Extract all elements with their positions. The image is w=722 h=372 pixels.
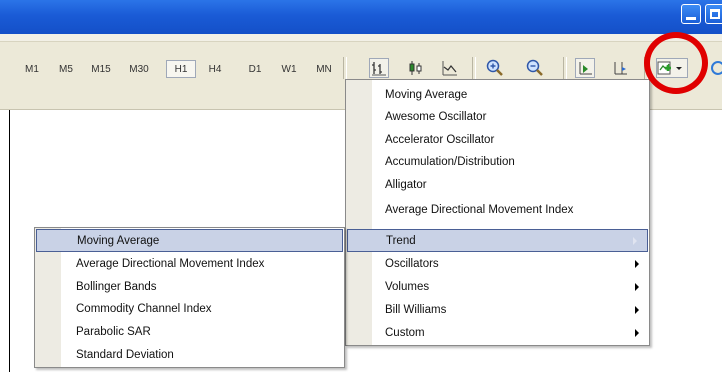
bar-chart-icon[interactable] — [369, 58, 389, 78]
annotation-circle — [644, 32, 708, 94]
menu-item-label: Awesome Oscillator — [385, 111, 487, 123]
chart-shift-icon[interactable] — [610, 58, 630, 78]
menu-item-label: Trend — [386, 234, 416, 247]
submenu-item-bollinger-bands[interactable]: Bollinger Bands — [35, 276, 344, 298]
menu-item-label: Accumulation/Distribution — [385, 156, 515, 168]
submenu-item-parabolic-sar[interactable]: Parabolic SAR — [35, 321, 344, 343]
timeframe-m5-button[interactable]: M5 — [54, 60, 78, 78]
menu-item-label: Custom — [385, 327, 425, 339]
menu-item-moving-average[interactable]: Moving Average — [346, 84, 649, 106]
menu-item-trend[interactable]: Trend — [347, 229, 648, 252]
trend-submenu: Moving Average Average Directional Movem… — [34, 227, 345, 368]
menu-item-label: Moving Average — [77, 234, 160, 247]
menu-item-average-directional-movement-index[interactable]: Average Directional Movement Index — [346, 199, 649, 221]
toolbar-separator — [563, 57, 567, 79]
menu-item-label: Volumes — [385, 281, 430, 293]
toolbar-separator — [343, 57, 347, 79]
timeframe-mn-button[interactable]: MN — [310, 60, 338, 78]
menu-item-label: Bill Williams — [385, 304, 447, 316]
toolbar-separator — [472, 57, 476, 79]
menu-item-label: Bollinger Bands — [76, 281, 157, 293]
menu-item-label: Average Directional Movement Index — [385, 204, 574, 216]
menu-item-label: Average Directional Movement Index — [76, 258, 265, 270]
submenu-arrow-icon — [633, 237, 637, 245]
chart-left-border — [9, 110, 10, 372]
zoom-out-icon[interactable] — [525, 58, 545, 78]
line-chart-icon[interactable] — [440, 58, 460, 78]
indicators-menu: Moving Average Awesome Oscillator Accele… — [345, 79, 650, 346]
timeframe-h1-button[interactable]: H1 — [166, 60, 196, 78]
menu-item-awesome-oscillator[interactable]: Awesome Oscillator — [346, 106, 649, 128]
submenu-arrow-icon — [635, 283, 639, 291]
menu-item-accelerator-oscillator[interactable]: Accelerator Oscillator — [346, 129, 649, 151]
menu-item-label: Moving Average — [385, 89, 468, 101]
menu-item-label: Parabolic SAR — [76, 326, 151, 338]
menu-item-label: Commodity Channel Index — [76, 303, 212, 315]
submenu-item-commodity-channel-index[interactable]: Commodity Channel Index — [35, 298, 344, 320]
menu-item-bill-williams[interactable]: Bill Williams — [346, 299, 649, 321]
submenu-arrow-icon — [635, 329, 639, 337]
maximize-button[interactable] — [705, 4, 722, 24]
submenu-item-average-directional-movement-index[interactable]: Average Directional Movement Index — [35, 253, 344, 275]
timeframe-m30-button[interactable]: M30 — [122, 60, 156, 78]
menu-item-oscillators[interactable]: Oscillators — [346, 253, 649, 275]
timeframe-m1-button[interactable]: M1 — [20, 60, 44, 78]
submenu-arrow-icon — [635, 260, 639, 268]
submenu-arrow-icon — [635, 306, 639, 314]
maximize-icon — [710, 9, 720, 19]
refresh-icon[interactable] — [708, 58, 722, 78]
menu-item-label: Standard Deviation — [76, 349, 174, 361]
minimize-button[interactable] — [681, 4, 701, 24]
menu-item-label: Accelerator Oscillator — [385, 134, 495, 146]
menu-item-accumulation-distribution[interactable]: Accumulation/Distribution — [346, 151, 649, 173]
menu-item-custom[interactable]: Custom — [346, 322, 649, 344]
minimize-icon — [686, 17, 696, 20]
submenu-item-moving-average[interactable]: Moving Average — [36, 229, 343, 252]
zoom-in-icon[interactable] — [485, 58, 505, 78]
timeframe-m15-button[interactable]: M15 — [84, 60, 118, 78]
menu-item-label: Oscillators — [385, 258, 439, 270]
timeframe-d1-button[interactable]: D1 — [242, 60, 268, 78]
title-bar — [0, 0, 722, 34]
submenu-item-standard-deviation[interactable]: Standard Deviation — [35, 344, 344, 366]
timeframe-w1-button[interactable]: W1 — [276, 60, 302, 78]
autoscroll-icon[interactable] — [575, 58, 595, 78]
candlestick-icon[interactable] — [406, 58, 426, 78]
menu-item-volumes[interactable]: Volumes — [346, 276, 649, 298]
chart-margin — [0, 110, 9, 372]
menu-item-alligator[interactable]: Alligator — [346, 174, 649, 196]
timeframe-h4-button[interactable]: H4 — [202, 60, 228, 78]
menu-item-label: Alligator — [385, 179, 427, 191]
